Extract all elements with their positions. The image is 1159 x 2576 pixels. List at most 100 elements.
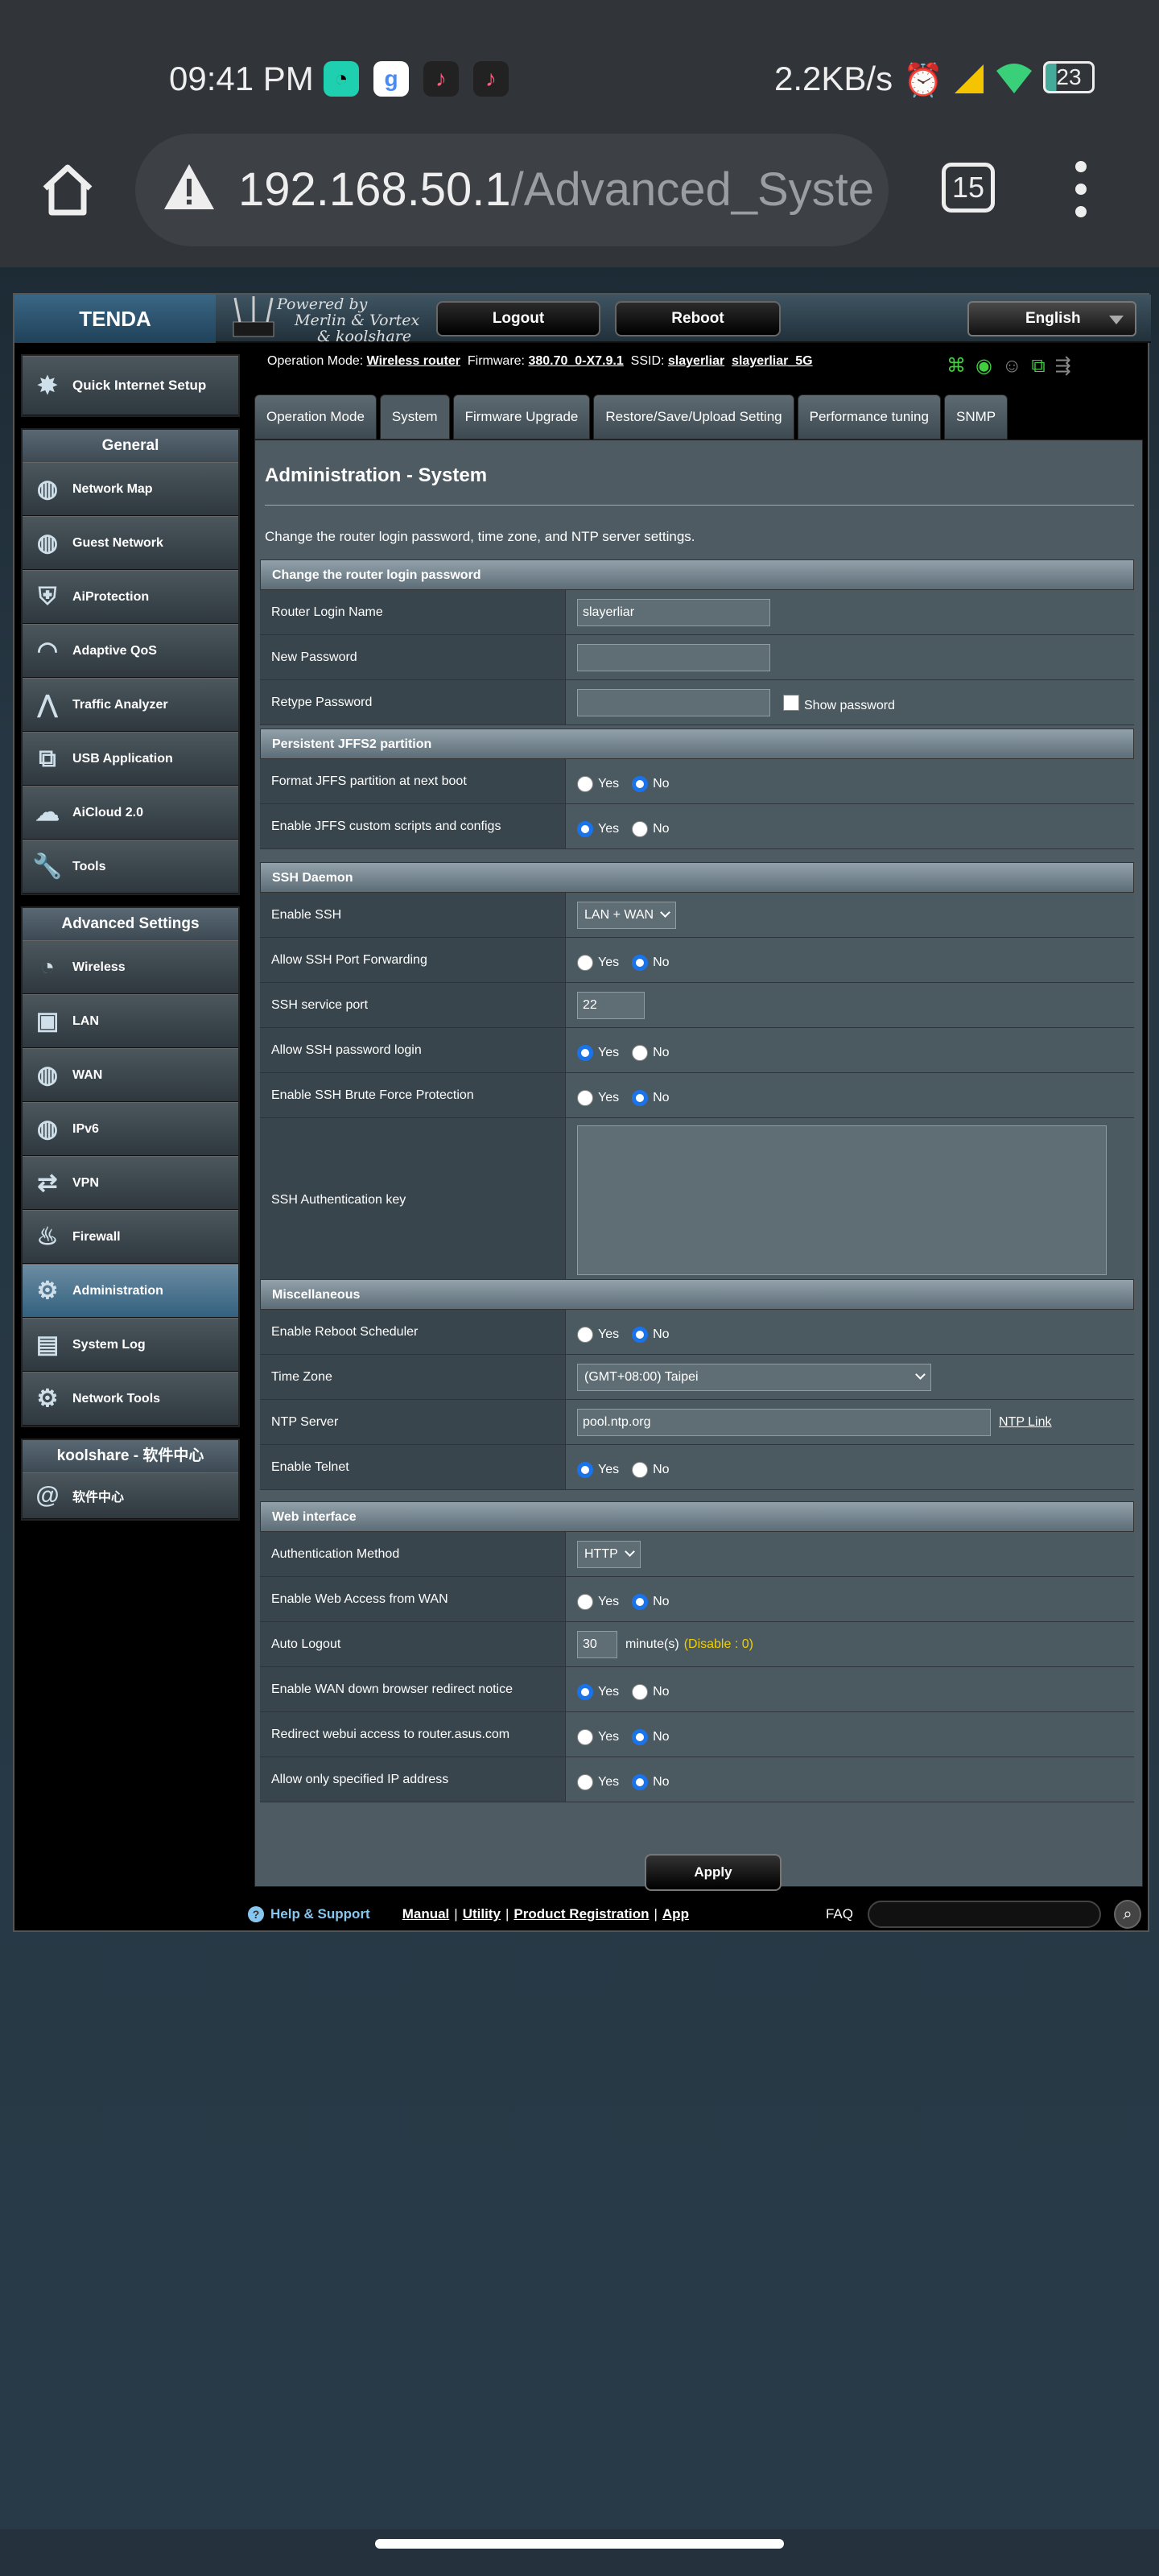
globe-icon: ◍ — [36, 1062, 59, 1088]
allow-ip-yes-radio[interactable] — [577, 1773, 593, 1790]
enable-ssh-select[interactable]: LAN + WAN — [577, 901, 677, 929]
ntp-link[interactable]: NTP Link — [999, 1415, 1052, 1430]
retype-password-input[interactable] — [577, 688, 770, 716]
tab-snmp[interactable]: SNMP — [943, 394, 1008, 440]
ssh-pwlogin-no-radio[interactable] — [632, 1044, 649, 1061]
format-jffs-yes-radio[interactable] — [577, 775, 593, 792]
copy-icon[interactable]: ⧉ — [1031, 355, 1054, 377]
section-heading: Change the router login password — [260, 559, 1134, 590]
url-text[interactable]: 192.168.50.1/Advanced_System — [238, 163, 874, 217]
auth-method-select[interactable]: HTTP — [577, 1540, 641, 1568]
asus-redirect-yes-radio[interactable] — [577, 1728, 593, 1745]
not-secure-warning-icon[interactable] — [163, 163, 216, 211]
home-icon[interactable] — [35, 158, 100, 222]
reboot-scheduler-yes-radio[interactable] — [577, 1326, 593, 1343]
telnet-yes-radio[interactable] — [577, 1461, 593, 1478]
wan-redirect-row: Enable WAN down browser redirect notice … — [260, 1667, 1134, 1712]
usb-icon[interactable]: ⇶ — [1055, 355, 1081, 377]
logout-button[interactable]: Logout — [436, 301, 600, 336]
ntp-server-input[interactable]: pool.ntp.org — [577, 1408, 991, 1436]
sidebar-item-aicloud[interactable]: ☁ AiCloud 2.0 — [23, 786, 238, 840]
jffs-scripts-no-radio[interactable] — [632, 820, 649, 837]
product-registration-link[interactable]: Product Registration — [514, 1906, 649, 1922]
apply-button[interactable]: Apply — [645, 1854, 782, 1891]
sidebar-item-traffic-analyzer[interactable]: ⋀ Traffic Analyzer — [23, 678, 238, 732]
allow-ip-no-radio[interactable] — [632, 1773, 649, 1790]
tab-operation-mode[interactable]: Operation Mode — [254, 394, 377, 440]
ssh-forwarding-no-radio[interactable] — [632, 954, 649, 971]
wan-redirect-no-radio[interactable] — [632, 1683, 649, 1700]
sidebar-item-vpn[interactable]: ⇄ VPN — [23, 1156, 238, 1210]
sidebar-item-usb-application[interactable]: ⧉ USB Application — [23, 732, 238, 786]
language-select[interactable]: English — [967, 301, 1136, 336]
fire-icon: ♨ — [36, 1224, 59, 1250]
clients-icon[interactable]: ☺ — [1002, 355, 1032, 377]
asus-redirect-no-radio[interactable] — [632, 1728, 649, 1745]
sidebar-item-adaptive-qos[interactable]: ◠ Adaptive QoS — [23, 624, 238, 678]
general-menu: General ◍ Network Map ◍ Guest Network ⛨ AiP… — [21, 428, 240, 895]
signal-icon — [951, 61, 987, 97]
puzzle-icon: ⧉ — [39, 745, 56, 772]
sidebar-item-software-center[interactable]: @ 软件中心 — [23, 1472, 238, 1519]
address-bar[interactable]: 192.168.50.1/Advanced_System — [135, 134, 889, 246]
sidebar-item-system-log[interactable]: ▤ System Log — [23, 1318, 238, 1372]
sidebar-item-tools[interactable]: 🔧 Tools — [23, 840, 238, 894]
manual-link[interactable]: Manual — [402, 1906, 450, 1922]
faq-search-input[interactable] — [867, 1901, 1101, 1928]
tab-firmware-upgrade[interactable]: Firmware Upgrade — [452, 394, 591, 440]
show-password-checkbox[interactable] — [783, 694, 799, 711]
sidebar-item-administration[interactable]: ⚙ Administration — [23, 1264, 238, 1318]
gamepad-icon[interactable]: ⌘ — [947, 355, 975, 377]
web-page: TENDA Powered by Merlin & Vortex & kools… — [0, 267, 1159, 2529]
ssh-pwlogin-yes-radio[interactable] — [577, 1044, 593, 1061]
tab-system[interactable]: System — [379, 394, 450, 440]
reboot-button[interactable]: Reboot — [615, 301, 781, 336]
ntp-server-row: NTP Server pool.ntp.org NTP Link — [260, 1400, 1134, 1445]
format-jffs-no-radio[interactable] — [632, 775, 649, 792]
more-menu-icon[interactable] — [1069, 161, 1093, 217]
wifi-status-icon[interactable]: ◉ — [975, 355, 1002, 377]
firmware-link[interactable]: 380.70_0-X7.9.1 — [528, 354, 623, 368]
tab-performance-tuning[interactable]: Performance tuning — [797, 394, 941, 440]
new-password-input[interactable] — [577, 643, 770, 671]
ssh-port-input[interactable]: 22 — [577, 991, 645, 1019]
chevron-down-icon — [1109, 316, 1124, 324]
sidebar-item-lan[interactable]: ▣ LAN — [23, 994, 238, 1048]
sidebar-item-firewall[interactable]: ♨ Firewall — [23, 1210, 238, 1264]
reboot-scheduler-no-radio[interactable] — [632, 1326, 649, 1343]
tab-switcher-button[interactable]: 15 — [942, 163, 995, 213]
auto-logout-input[interactable]: 30 — [577, 1630, 617, 1658]
login-name-input[interactable]: slayerliar — [577, 598, 770, 626]
operation-mode-link[interactable]: Wireless router — [367, 354, 460, 368]
jffs-scripts-yes-radio[interactable] — [577, 820, 593, 837]
koolshare-menu: koolshare - 软件中心 @ 软件中心 — [21, 1439, 240, 1521]
wan-access-no-radio[interactable] — [632, 1593, 649, 1610]
sidebar-item-guest-network[interactable]: ◍ Guest Network — [23, 516, 238, 570]
wan-access-yes-radio[interactable] — [577, 1593, 593, 1610]
app-link[interactable]: App — [662, 1906, 689, 1922]
advanced-menu: Advanced Settings ◔ Wireless ▣ LAN ◍ WAN ◍ I… — [21, 906, 240, 1427]
ssh-key-textarea[interactable] — [577, 1125, 1107, 1275]
sidebar-item-aiprotection[interactable]: ⛨ AiProtection — [23, 570, 238, 624]
tab-restore-save-upload[interactable]: Restore/Save/Upload Setting — [593, 394, 794, 440]
ssid-2g-link[interactable]: slayerliar — [668, 354, 724, 368]
auth-method-row: Authentication Method HTTP — [260, 1532, 1134, 1577]
ssh-brute-yes-radio[interactable] — [577, 1089, 593, 1106]
ssid-5g-link[interactable]: slayerliar_5G — [732, 354, 813, 368]
ssh-brute-no-radio[interactable] — [632, 1089, 649, 1106]
help-support-link[interactable]: ? Help & Support — [248, 1906, 370, 1922]
wan-redirect-yes-radio[interactable] — [577, 1683, 593, 1700]
utility-link[interactable]: Utility — [463, 1906, 501, 1922]
home-gesture-pill[interactable] — [375, 2539, 784, 2549]
sidebar-item-quick-internet-setup[interactable]: ✸ Quick Internet Setup — [23, 356, 238, 415]
sidebar-item-wireless[interactable]: ◔ Wireless — [23, 940, 238, 994]
time-zone-select[interactable]: (GMT+08:00) Taipei — [577, 1363, 931, 1391]
general-heading: General — [23, 430, 238, 462]
sidebar-item-network-tools[interactable]: ⚙ Network Tools — [23, 1372, 238, 1426]
sidebar-item-ipv6[interactable]: ◍ IPv6 — [23, 1102, 238, 1156]
sidebar-item-network-map[interactable]: ◍ Network Map — [23, 462, 238, 516]
search-icon[interactable]: ⌕ — [1113, 1900, 1141, 1929]
sidebar-item-wan[interactable]: ◍ WAN — [23, 1048, 238, 1102]
ssh-forwarding-yes-radio[interactable] — [577, 954, 593, 971]
telnet-no-radio[interactable] — [632, 1461, 649, 1478]
